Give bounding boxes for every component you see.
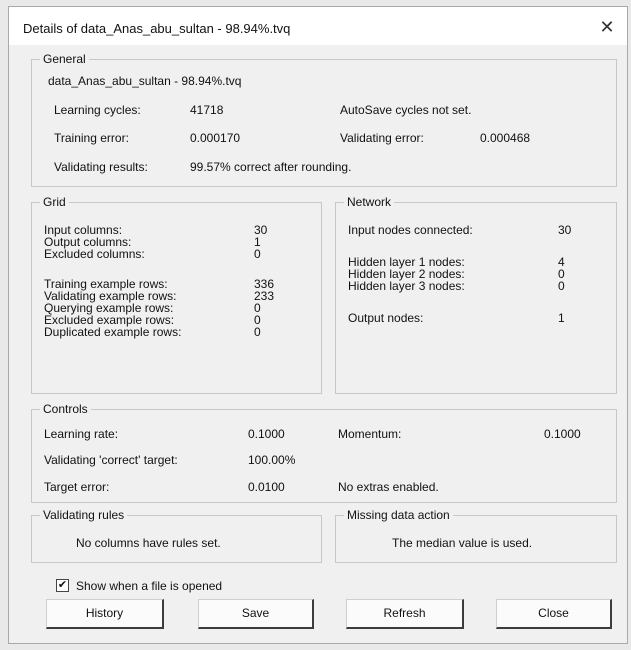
grid-group-label: Grid [40,195,69,209]
autosave-status: AutoSave cycles not set. [340,103,472,117]
network-row-label: Hidden layer 3 nodes: [348,279,465,293]
validating-rules-group: Validating rules No columns have rules s… [31,508,322,563]
show-when-opened-checkbox[interactable]: ✔ [56,579,69,592]
validating-error-label: Validating error: [340,131,424,145]
network-row-value: 1 [558,311,565,325]
target-error-label: Target error: [44,480,110,494]
validating-error-value: 0.000468 [480,131,531,145]
network-row-value: 30 [558,223,572,237]
missing-data-text: The median value is used. [392,536,533,550]
window-title: Details of data_Anas_abu_sultan - 98.94%… [23,21,291,36]
grid-row-label: Duplicated example rows: [44,325,182,339]
general-filename: data_Anas_abu_sultan - 98.94%.tvq [48,74,242,88]
network-row-value: 0 [558,279,565,293]
correct-target-value: 100.00% [248,453,296,467]
validating-rules-text: No columns have rules set. [76,536,221,550]
validating-results-value: 99.57% correct after rounding. [190,160,352,174]
learning-rate-value: 0.1000 [248,427,285,441]
network-group: Network Input nodes connected: 30 Hidden… [335,195,617,394]
correct-target-label: Validating 'correct' target: [44,453,178,467]
training-error-value: 0.000170 [190,131,241,145]
learning-cycles-label: Learning cycles: [54,103,141,117]
grid-row-label: Excluded columns: [44,247,145,261]
grid-row-value: 0 [254,247,261,261]
general-group: General data_Anas_abu_sultan - 98.94%.tv… [31,52,617,187]
title-bar: Details of data_Anas_abu_sultan - 98.94%… [9,7,627,45]
missing-data-group: Missing data action The median value is … [335,508,617,563]
controls-group-label: Controls [40,402,91,416]
learning-cycles-value: 41718 [190,103,224,117]
network-group-label: Network [344,195,395,209]
validating-rules-label: Validating rules [40,508,128,522]
momentum-label: Momentum: [338,427,402,441]
target-error-value: 0.0100 [248,480,285,494]
grid-row-value: 0 [254,325,261,339]
details-dialog: Details of data_Anas_abu_sultan - 98.94%… [8,6,628,644]
general-group-label: General [40,52,89,66]
history-button[interactable]: History [46,599,164,629]
grid-group: Grid Input columns: 30 Output columns: 1… [31,195,322,394]
close-button[interactable]: Close [496,599,612,629]
missing-data-label: Missing data action [344,508,453,522]
close-icon[interactable]: ✕ [597,17,617,37]
show-when-opened-label: Show when a file is opened [76,579,223,593]
validating-results-label: Validating results: [54,160,148,174]
network-row-label: Output nodes: [348,311,424,325]
refresh-button[interactable]: Refresh [346,599,464,629]
momentum-value: 0.1000 [544,427,581,441]
learning-rate-label: Learning rate: [44,427,119,441]
network-row-label: Input nodes connected: [348,223,473,237]
controls-group: Controls Learning rate: 0.1000 Momentum:… [31,402,617,503]
training-error-label: Training error: [54,131,129,145]
save-button[interactable]: Save [198,599,314,629]
extras-status: No extras enabled. [338,480,439,494]
